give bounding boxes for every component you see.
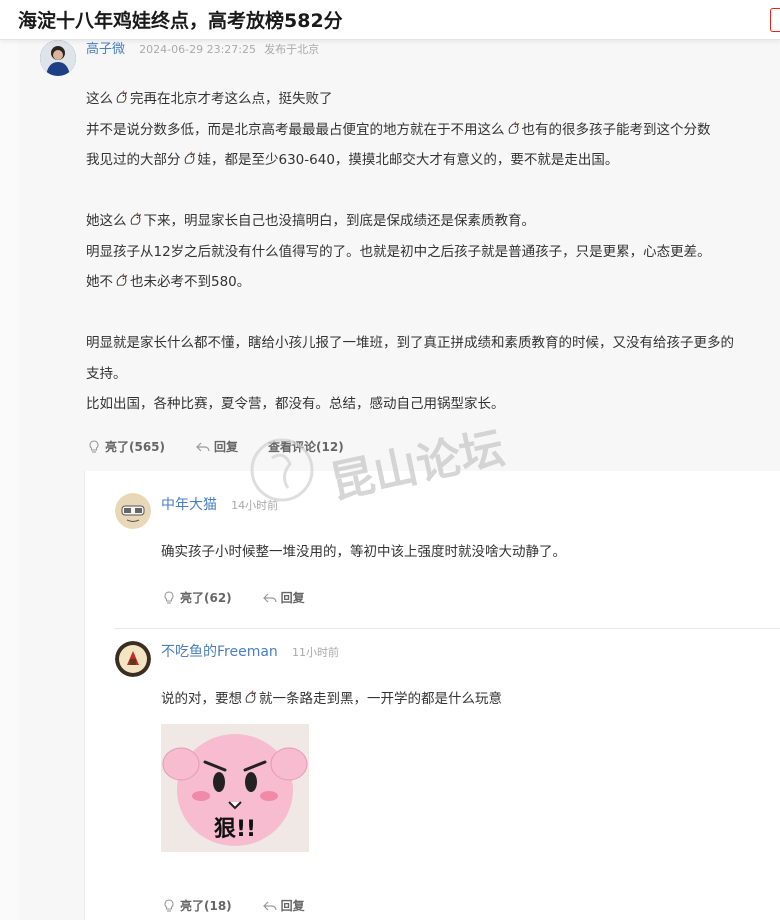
chicken-emoji-icon	[130, 212, 142, 225]
reply-divider	[114, 628, 780, 629]
reply-like-button[interactable]: 亮了(18)	[161, 897, 232, 914]
post-content: 这么 完再在北京才考这么点，挺失败了并不是说分数多低，而是北京高考最最最占便宜的地…	[86, 84, 776, 420]
post-text-line: 支持。	[86, 365, 127, 382]
post-author-row: 高子微 2024-06-29 23:27:25 发布于北京	[86, 38, 319, 57]
reply-actions: 亮了(18) 回复	[161, 897, 335, 914]
post-text-line: 比如出国，各种比赛，夏令营，都没有。总结，感动自己用锅型家长。	[86, 396, 505, 412]
post-text-line: 她不 也未必考不到580。	[86, 273, 251, 290]
post-text-line: 我见过的大部分 娃，都是至少630-640，摸摸北邮交大才有意义的，要不就是走出国…	[86, 151, 619, 168]
lightbulb-icon	[164, 898, 174, 912]
post-text-line: 这么 完再在北京才考这么点，挺失败了	[86, 90, 333, 107]
post-text-line: 明显就是家长什么都不懂，瞎给小孩儿报了一堆班，到了真正拼成绩和素质教育的时候，又…	[86, 335, 734, 351]
post-actions: 亮了(565) 回复 查看评论(12)	[86, 438, 374, 455]
author-avatar[interactable]	[40, 40, 76, 76]
reply-arrow-icon	[262, 901, 277, 910]
reply-arrow-icon	[196, 442, 210, 451]
kirby-sticker-image: 狠!!	[161, 724, 309, 852]
chicken-emoji-icon	[116, 90, 128, 103]
reply-text: 确实孩子小时候整一堆没用的，等初中该上强度时就没啥大动静了。	[161, 544, 566, 560]
post-location: 发布于北京	[264, 43, 320, 56]
reply-author-row: 中年大猫 14小时前	[161, 494, 278, 514]
reply-text: 说的对，要想 就一条路走到黑，一开学的都是什么玩意	[161, 690, 502, 707]
reply-time: 14小时前	[231, 499, 279, 512]
like-count: 亮了(565)	[105, 440, 166, 454]
reply-actions: 亮了(62) 回复	[161, 589, 335, 606]
reply-author-name[interactable]: 中年大猫	[161, 497, 217, 513]
chicken-emoji-icon	[184, 151, 196, 164]
view-comments-label: 查看评论(12)	[268, 440, 344, 454]
chicken-emoji-icon	[116, 273, 128, 286]
reply-reply-button[interactable]: 回复	[262, 589, 305, 606]
reply-time: 11小时前	[291, 646, 339, 659]
lightbulb-icon	[89, 439, 99, 453]
reply-reply-label: 回复	[280, 899, 305, 913]
reply-reply-button[interactable]: 回复	[262, 897, 305, 914]
view-comments-button[interactable]: 查看评论(12)	[268, 438, 344, 455]
page-title: 海淀十八年鸡娃终点，高考放榜582分	[18, 10, 343, 32]
reply-arrow-icon	[262, 593, 277, 602]
reply-reply-label: 回复	[280, 591, 305, 605]
post-text-line: 她这么 下来，明显家长自己也没搞明白，到底是保成绩还是保素质教育。	[86, 212, 535, 229]
like-button[interactable]: 亮了(565)	[86, 438, 165, 455]
post-time: 2024-06-29 23:27:25	[139, 43, 256, 56]
post-text-line: 并不是说分数多低，而是北京高考最最最占便宜的地方就在于不用这么 也有的很多孩子能考…	[86, 120, 711, 138]
sticker-text: 狠!!	[214, 817, 256, 842]
reply-like-count: 亮了(62)	[180, 591, 232, 605]
reply-author-name[interactable]: 不吃鱼的Freeman	[161, 644, 278, 660]
post-text-line: 明显孩子从12岁之后就没有什么值得写的了。也就是初中之后孩子就是普通孩子，只是更…	[86, 243, 711, 260]
reply-button[interactable]: 回复	[195, 438, 238, 455]
reply-like-count: 亮了(18)	[180, 899, 232, 913]
page-header: 海淀十八年鸡娃终点，高考放榜582分	[0, 0, 780, 40]
chicken-emoji-icon	[508, 120, 520, 134]
post-author-name[interactable]: 高子微	[86, 42, 125, 57]
reply-like-button[interactable]: 亮了(62)	[161, 589, 232, 606]
lightbulb-icon	[164, 590, 174, 604]
reply-author-row: 不吃鱼的Freeman 11小时前	[161, 641, 339, 661]
reply-avatar[interactable]	[115, 641, 151, 677]
reply-label: 回复	[214, 440, 239, 454]
header-action-button[interactable]	[770, 8, 780, 32]
reply-avatar[interactable]	[115, 493, 151, 529]
chicken-emoji-icon	[245, 690, 257, 703]
left-gutter	[0, 40, 18, 920]
